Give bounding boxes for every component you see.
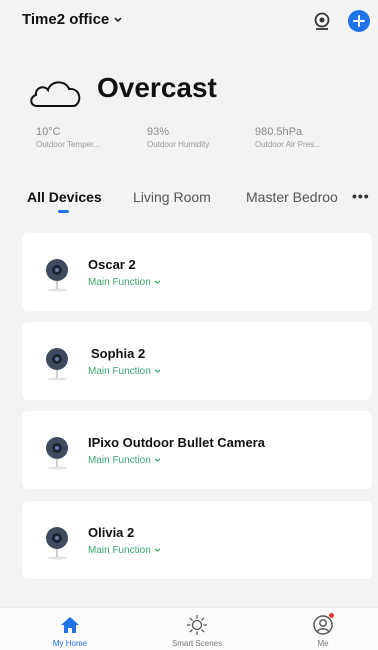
chevron-down-icon [154,280,161,284]
camera-icon [46,527,68,560]
device-name: Sophia 2 [91,346,146,361]
sun-icon [186,614,208,636]
nav-label: My Home [52,639,88,648]
temperature-label: Outdoor Temper... [36,140,100,149]
chevron-down-icon [154,548,161,552]
room-tabs: All Devices Living Room Master Bedroo [0,186,378,214]
add-device-button[interactable] [348,10,370,32]
camera-icon [46,437,68,470]
tab-all-devices[interactable]: All Devices [27,189,102,205]
main-function-toggle[interactable]: Main Function [88,455,161,466]
chevron-down-icon [154,458,161,462]
nav-me[interactable]: Me [278,608,368,650]
more-icon[interactable]: ••• [352,188,370,204]
active-tab-indicator [58,210,69,213]
device-name: Olivia 2 [88,525,135,540]
tab-living-room[interactable]: Living Room [133,189,211,205]
humidity-label: Outdoor Humidity [147,140,210,149]
main-function-label: Main Function [88,545,151,556]
device-card-olivia-2[interactable]: Olivia 2 Main Function [22,501,372,579]
main-function-toggle[interactable]: Main Function [88,277,161,288]
nav-label: Me [317,639,329,648]
temperature-value: 10°C [36,126,61,138]
nav-label: Smart Scenes [171,639,223,648]
nav-my-home[interactable]: My Home [25,608,115,650]
home-selector[interactable]: Time2 office [22,11,122,28]
device-card-sophia-2[interactable]: Sophia 2 Main Function [22,322,372,400]
pressure-value: 980.5hPa [255,126,303,138]
device-card-ipixo-outdoor-bullet-camera[interactable]: IPixo Outdoor Bullet Camera Main Functio… [22,411,372,489]
outdoor-humidity: 93% Outdoor Humidity [147,126,209,149]
outdoor-temperature: 10°C Outdoor Temper... [36,126,100,149]
notification-badge [329,613,334,618]
main-function-label: Main Function [88,366,151,377]
device-name: Oscar 2 [88,257,136,272]
chevron-down-icon [154,369,161,373]
home-name: Time2 office [22,11,110,28]
cloud-icon [30,81,81,107]
chevron-down-icon [114,17,122,22]
bottom-navigation: My Home Smart Scenes Me [0,607,378,650]
humidity-value: 93% [147,126,170,138]
pressure-label: Outdoor Air Pres... [255,140,321,149]
camera-icon [46,259,68,292]
record-icon[interactable] [312,11,332,31]
tab-master-bedroom[interactable]: Master Bedroo [246,189,338,205]
nav-smart-scenes[interactable]: Smart Scenes [152,608,242,650]
main-function-label: Main Function [88,455,151,466]
home-icon [61,617,79,633]
main-function-toggle[interactable]: Main Function [88,366,161,377]
weather-condition: Overcast [97,72,217,103]
device-card-oscar-2[interactable]: Oscar 2 Main Function [22,233,372,311]
outdoor-air-pressure: 980.5hPa Outdoor Air Pres... [255,126,321,149]
camera-icon [46,348,68,381]
main-function-label: Main Function [88,277,151,288]
main-function-toggle[interactable]: Main Function [88,545,161,556]
top-bar: Time2 office [0,0,378,44]
device-name: IPixo Outdoor Bullet Camera [88,435,265,450]
